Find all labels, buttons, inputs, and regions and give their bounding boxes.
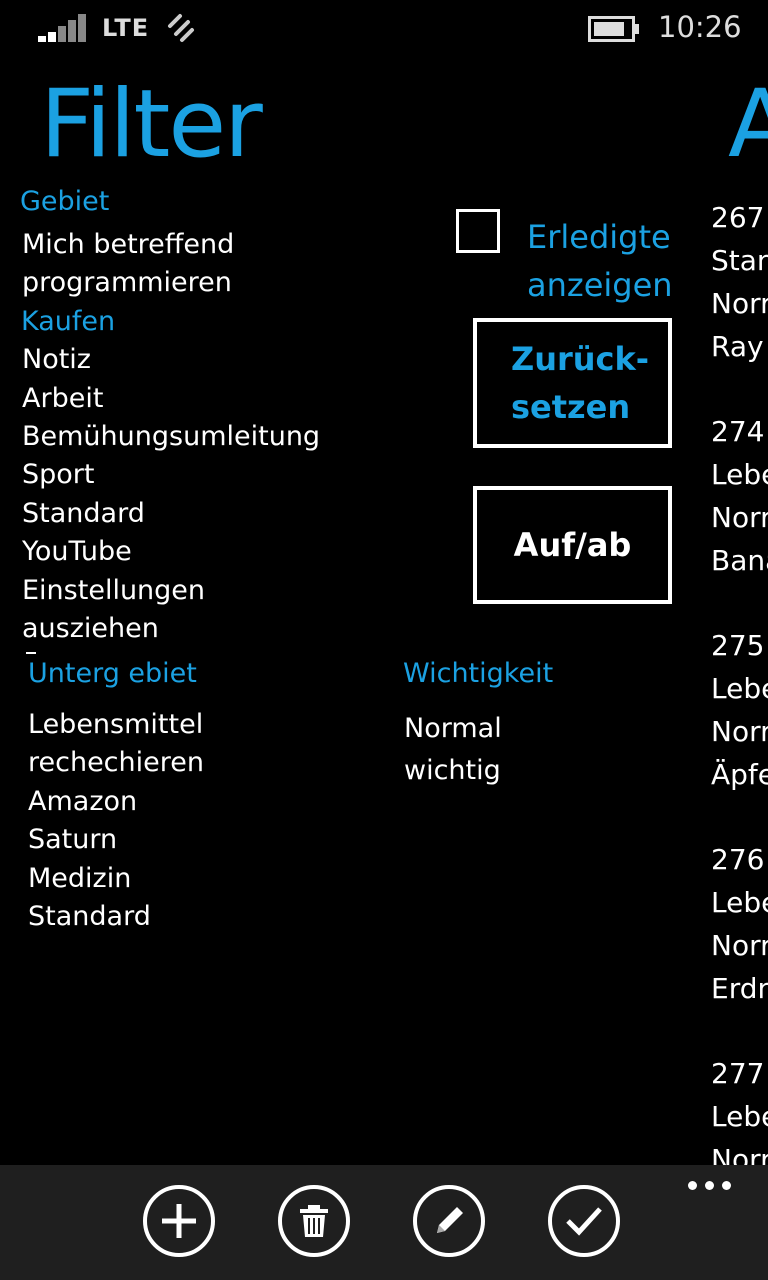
gebiet-heading: Gebiet [20, 186, 110, 217]
gebiet-item[interactable]: Bemühungsumleitung [22, 418, 320, 456]
delete-button[interactable] [278, 1185, 350, 1257]
gebiet-item-selected[interactable]: Kaufen [21, 303, 320, 341]
edit-button[interactable] [413, 1185, 485, 1257]
network-type: LTE [102, 14, 150, 42]
task-item[interactable]: 276 Lebe Norr Erdn [711, 838, 768, 1010]
untergebiet-item[interactable]: rechechieren [28, 744, 204, 782]
wichtigkeit-item[interactable]: wichtig [404, 750, 502, 792]
gebiet-item[interactable]: Sport [22, 456, 320, 494]
task-id: 277 [711, 1057, 765, 1090]
reset-button[interactable]: Zurück- setzen [473, 318, 672, 448]
task-line: Äpfe [711, 758, 768, 791]
untergebiet-heading: Unterg ebiet [28, 658, 197, 689]
task-line: Lebe [711, 458, 768, 491]
task-id: 276 [711, 843, 765, 876]
gebiet-item[interactable]: Standard [22, 495, 320, 533]
untergebiet-item[interactable]: Saturn [28, 821, 204, 859]
gebiet-item[interactable]: YouTube [22, 533, 320, 571]
task-line: Norr [711, 715, 768, 748]
done-button[interactable] [548, 1185, 620, 1257]
trash-icon [300, 1205, 328, 1237]
gebiet-item[interactable]: Arbeit [22, 380, 320, 418]
ellipsis-icon[interactable] [688, 1181, 732, 1193]
untergebiet-item[interactable]: Amazon [28, 783, 204, 821]
task-line: Norr [711, 501, 768, 534]
battery-icon [588, 16, 639, 42]
untergebiet-item[interactable]: Medizin [28, 860, 204, 898]
sort-button-label: Auf/ab [513, 526, 632, 564]
show-completed-label-line2: anzeigen [527, 266, 673, 304]
app-bar [0, 1165, 768, 1280]
task-line: Ray [711, 330, 764, 363]
task-line: Erdn [711, 972, 768, 1005]
pencil-icon [437, 1207, 463, 1233]
task-line: Lebe [711, 1100, 768, 1133]
task-item[interactable]: 267 Stan Norr Ray [711, 196, 768, 368]
show-completed-checkbox[interactable] [456, 209, 500, 253]
sort-toggle-button[interactable]: Auf/ab [473, 486, 672, 604]
plus-icon [162, 1204, 196, 1238]
task-line: Lebe [711, 672, 768, 705]
task-line: Norr [711, 929, 768, 962]
task-line: Stan [711, 244, 768, 277]
untergebiet-list: Lebensmittel rechechieren Amazon Saturn … [28, 706, 204, 936]
untergebiet-item[interactable]: Lebensmittel [28, 706, 204, 744]
show-completed-label[interactable]: Erledigte anzeigen [527, 213, 673, 309]
task-line: Bana [711, 544, 768, 577]
wichtigkeit-item[interactable]: Normal [404, 708, 502, 750]
gebiet-item[interactable]: programmieren [22, 264, 320, 302]
reset-button-label-line2: setzen [511, 388, 631, 426]
check-icon [566, 1207, 602, 1236]
show-completed-label-line1: Erledigte [527, 218, 671, 256]
wichtigkeit-heading: Wichtigkeit [403, 658, 554, 689]
task-id: 275 [711, 629, 765, 662]
task-item[interactable]: 274 Lebe Norr Bana [711, 410, 768, 582]
untergebiet-item[interactable]: Standard [28, 898, 204, 936]
status-bar: LTE 10:26 [0, 0, 768, 60]
task-id: 267 [711, 201, 765, 234]
wichtigkeit-list: Normal wichtig [404, 708, 502, 792]
next-pivot-title[interactable]: A [728, 70, 768, 180]
task-id: 274 [711, 415, 765, 448]
add-button[interactable] [143, 1185, 215, 1257]
task-list: 267 Stan Norr Ray 274 Lebe Norr Bana 275… [711, 196, 768, 1223]
clock: 10:26 [658, 10, 742, 44]
task-line: Lebe [711, 886, 768, 919]
gebiet-item[interactable]: Notiz [22, 341, 320, 379]
gebiet-list: Mich betreffend programmieren Kaufen Not… [21, 226, 320, 648]
gebiet-item[interactable]: Mich betreffend [22, 226, 320, 264]
text-cursor [26, 652, 36, 654]
gebiet-item[interactable]: ausziehen [22, 610, 320, 648]
reset-button-label-line1: Zurück- [511, 340, 650, 378]
task-item[interactable]: 277 Lebe Norr [711, 1052, 768, 1181]
task-line: Norr [711, 287, 768, 320]
gebiet-item[interactable]: Einstellungen [22, 572, 320, 610]
task-item[interactable]: 275 Lebe Norr Äpfe [711, 624, 768, 796]
signal-strength-icon [38, 14, 88, 42]
data-transfer-icon [168, 14, 194, 42]
page-title: Filter [40, 70, 263, 179]
